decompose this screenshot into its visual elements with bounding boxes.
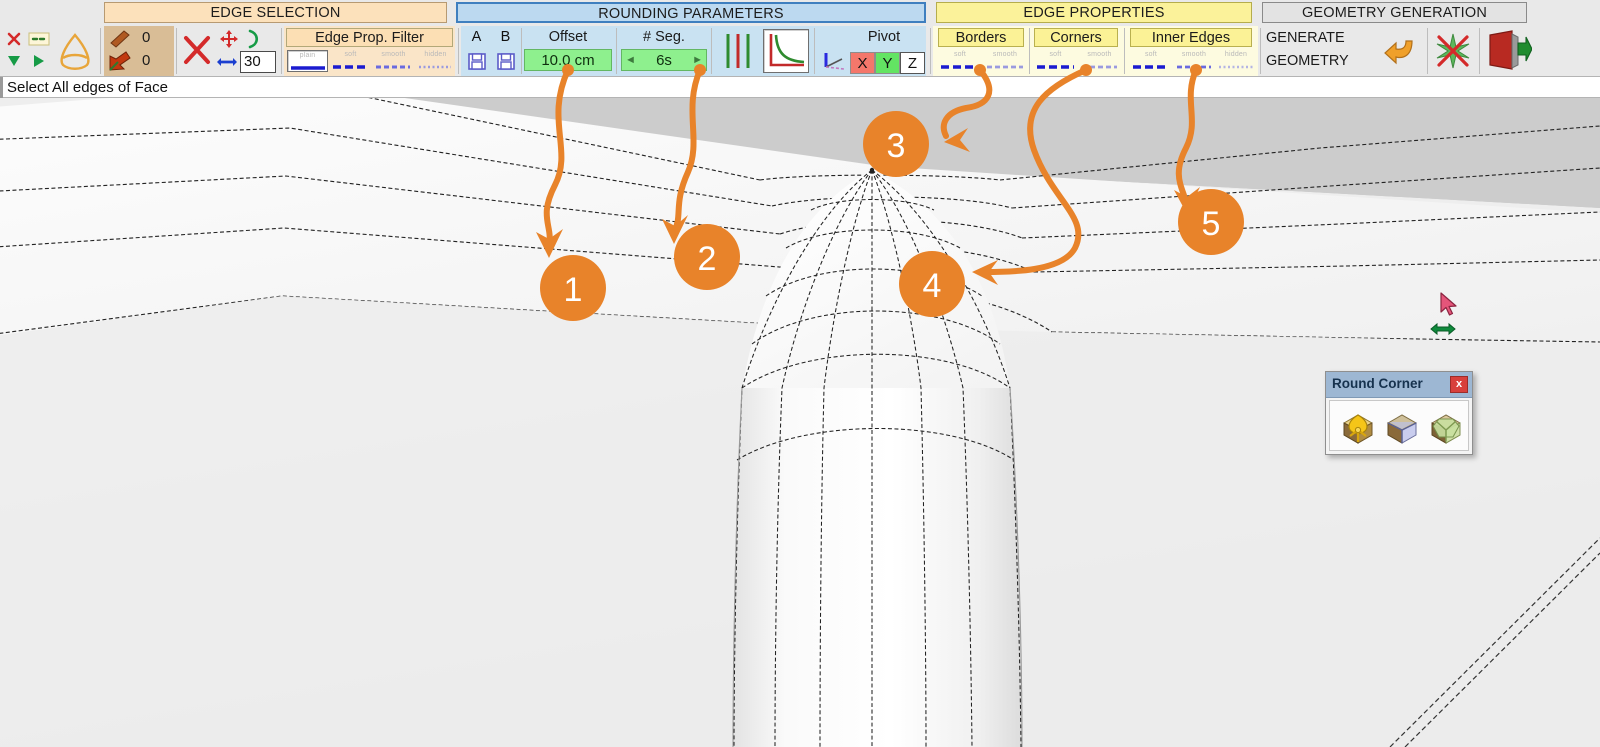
corners-label: Corners <box>1034 28 1118 47</box>
preset-a-button[interactable]: A <box>463 26 490 76</box>
clear-selection-button[interactable] <box>180 26 214 76</box>
inner-edges-smooth-button[interactable]: smooth <box>1174 50 1214 72</box>
filter-plain-button[interactable]: plain <box>287 50 328 72</box>
dialog-title-label: Round Corner <box>1332 376 1423 391</box>
pivot-axis-x-button[interactable]: X <box>850 52 875 74</box>
corners-smooth-label: smooth <box>1087 51 1112 58</box>
segments-increment-icon[interactable]: ► <box>692 49 703 71</box>
bevel-corner-tool-button[interactable] <box>1426 409 1466 447</box>
exit-door-icon[interactable] <box>1484 26 1532 76</box>
inner-edges-label: Inner Edges <box>1130 28 1252 47</box>
filter-soft-label: soft <box>344 51 357 58</box>
filter-plain-label: plain <box>299 52 316 59</box>
filter-hidden-label: hidden <box>424 51 447 58</box>
borders-smooth-button[interactable]: smooth <box>984 50 1026 72</box>
inner-edges-soft-button[interactable]: soft <box>1130 50 1172 72</box>
borders-label: Borders <box>938 28 1024 47</box>
preset-b-button[interactable]: B <box>492 26 519 76</box>
pivot-axes-icon <box>820 26 852 76</box>
cancel-star-icon[interactable] <box>1432 26 1474 76</box>
corners-soft-button[interactable]: soft <box>1034 50 1077 72</box>
arrow-cursor-icon <box>1439 292 1461 318</box>
status-bar-cap <box>0 77 3 98</box>
round-corner-tool-button[interactable] <box>1338 409 1378 447</box>
generate-geometry-line1: GENERATE <box>1266 30 1345 46</box>
group-caption-edge-properties: EDGE PROPERTIES <box>936 2 1252 23</box>
toolbar-controls: 0 0 30 Edge Prop. Filter plain soft smoo… <box>0 26 1600 76</box>
filter-hidden-button[interactable]: hidden <box>416 50 455 72</box>
filter-smooth-label: smooth <box>381 51 406 58</box>
segments-field[interactable]: # Seg. 6s ◄ ► <box>621 26 707 76</box>
offset-value[interactable]: 10.0 cm <box>524 49 612 71</box>
profile-curved-button[interactable] <box>763 29 809 73</box>
filter-soft-button[interactable]: soft <box>330 50 371 72</box>
horizontal-resize-cursor-icon <box>1430 321 1456 337</box>
sharp-corner-tool-button[interactable] <box>1382 409 1422 447</box>
pivot-axis-z-button[interactable]: Z <box>900 52 925 74</box>
status-text: Select All edges of Face <box>7 79 168 96</box>
group-caption-edge-selection: EDGE SELECTION <box>104 2 447 23</box>
inner-edges-hidden-label: hidden <box>1224 51 1248 58</box>
segments-label: # Seg. <box>643 29 685 45</box>
pivot-label: Pivot <box>867 29 901 45</box>
preset-b-label: B <box>500 29 511 45</box>
edge-count-top: 0 <box>142 29 151 46</box>
generate-geometry-button[interactable]: GENERATE GEOMETRY <box>1266 26 1384 76</box>
status-bar: Select All edges of Face <box>0 76 1600 98</box>
preset-a-label: A <box>471 29 482 45</box>
inner-edges-soft-label: soft <box>1144 51 1158 58</box>
close-icon[interactable]: x <box>1450 376 1468 393</box>
angle-threshold-input[interactable]: 30 <box>240 51 276 73</box>
corners-soft-label: soft <box>1049 51 1062 58</box>
borders-smooth-label: smooth <box>992 51 1018 58</box>
select-down-icon[interactable] <box>4 26 26 76</box>
edge-count-bottom: 0 <box>142 52 151 69</box>
filter-smooth-button[interactable]: smooth <box>373 50 414 72</box>
select-loop-icon[interactable] <box>53 26 97 76</box>
profile-linear-button[interactable] <box>716 26 760 76</box>
generate-geometry-line2: GEOMETRY <box>1266 53 1349 69</box>
main-toolbar: EDGE SELECTION ROUNDING PARAMETERS EDGE … <box>0 0 1600 98</box>
dialog-title-bar[interactable]: Round Corner x <box>1326 372 1472 398</box>
borders-soft-button[interactable]: soft <box>938 50 982 72</box>
group-caption-rounding-parameters: ROUNDING PARAMETERS <box>456 2 926 23</box>
offset-field[interactable]: Offset 10.0 cm <box>524 26 612 76</box>
inner-edges-hidden-button[interactable]: hidden <box>1216 50 1256 72</box>
corners-smooth-button[interactable]: smooth <box>1079 50 1120 72</box>
group-caption-geometry-generation: GEOMETRY GENERATION <box>1262 2 1527 23</box>
offset-label: Offset <box>548 29 588 45</box>
angle-width-icon[interactable] <box>216 26 238 76</box>
segments-decrement-icon[interactable]: ◄ <box>625 49 636 71</box>
toolbar-group-captions: EDGE SELECTION ROUNDING PARAMETERS EDGE … <box>0 2 1600 24</box>
select-next-icon[interactable] <box>27 26 51 76</box>
dialog-button-row <box>1329 400 1469 451</box>
pivot-axis-y-button[interactable]: Y <box>875 52 900 74</box>
selection-arrow-icon[interactable] <box>106 26 136 76</box>
inner-edges-smooth-label: smooth <box>1181 51 1207 58</box>
undo-arrow-icon[interactable] <box>1382 26 1422 76</box>
application-window: Round Corner x EDGE SELECTION ROUNDING P… <box>0 0 1600 747</box>
borders-soft-label: soft <box>953 51 967 58</box>
round-corner-dialog[interactable]: Round Corner x <box>1325 371 1473 455</box>
edge-prop-filter-label: Edge Prop. Filter <box>286 28 453 47</box>
